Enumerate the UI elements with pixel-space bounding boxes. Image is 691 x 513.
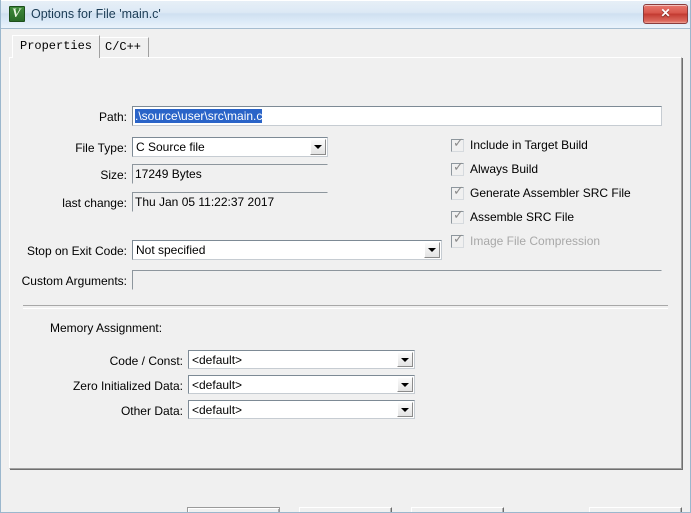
last-change-value-field: Thu Jan 05 11:22:37 2017 [132,192,328,212]
other-data-combo[interactable]: <default> [188,400,415,419]
uvision-logo-icon: V [9,6,25,22]
file-type-combo[interactable]: C Source file [132,137,328,157]
zero-initialized-data-combo[interactable]: <default> [188,375,415,394]
checkbox-box: ✓ [451,184,464,200]
zero-initialized-data-value: <default> [192,378,243,392]
last-change-value: Thu Jan 05 11:22:37 2017 [135,195,275,209]
code-const-label: Code / Const: [109,354,183,368]
check-icon: ✓ [453,160,464,175]
checkbox-label: Always Build [470,162,539,176]
title-bar[interactable]: V Options for File 'main.c' ✕ [1,0,690,29]
code-const-value: <default> [192,353,243,367]
tab-c-cpp[interactable]: C/C++ [97,37,150,57]
checkbox-box: ✓ [451,160,464,176]
close-icon: ✕ [660,6,671,20]
check-icon: ✓ [453,184,464,199]
defaults-button[interactable]: Defaults [411,507,504,512]
file-type-label: File Type: [75,141,127,155]
help-button[interactable]: Help [589,507,682,512]
custom-arguments-input[interactable] [132,270,662,290]
chevron-down-icon [428,248,436,252]
file-type-value: C Source file [136,140,205,154]
check-icon: ✓ [453,136,464,151]
stop-on-exit-code-value: Not specified [136,243,206,257]
other-data-dropdown-arrow-button[interactable] [397,402,413,417]
cancel-button[interactable]: Cancel [299,507,392,512]
checkbox-box: ✓ [451,208,464,224]
check-icon: ✓ [453,208,464,223]
zero-initialized-data-dropdown-arrow-button[interactable] [397,377,413,392]
checkbox-label: Assemble SRC File [470,210,575,224]
ok-button[interactable]: OK [187,507,280,512]
size-value: 17249 Bytes [135,167,202,181]
section-divider [23,305,668,309]
window-title: Options for File 'main.c' [31,7,161,21]
dialog-body: Properties C/C++ Path: .\source\user\src… [1,29,690,512]
stop-on-exit-code-label: Stop on Exit Code: [26,244,127,258]
uvision-logo-glyph: V [12,6,21,20]
other-data-label: Other Data: [120,404,183,418]
size-label: Size: [100,168,127,182]
code-const-dropdown-arrow-button[interactable] [397,352,413,367]
path-input-value: .\source\user\src\main.c [135,109,263,123]
tab-properties[interactable]: Properties [12,35,101,58]
chevron-down-icon [401,382,409,387]
custom-arguments-label: Custom Arguments: [21,274,127,288]
file-type-dropdown-arrow-button[interactable] [310,139,326,155]
memory-assignment-title: Memory Assignment: [50,321,163,335]
chevron-down-icon [401,407,409,412]
last-change-label: last change: [62,196,127,210]
properties-tab-panel: Path: .\source\user\src\main.c File Type… [9,57,682,469]
checkbox-box: ✓ [451,232,464,248]
path-input[interactable]: .\source\user\src\main.c [132,106,662,126]
stop-on-exit-code-combo[interactable]: Not specified [132,240,442,260]
checkbox-box: ✓ [451,136,464,152]
check-icon: ✓ [453,232,464,247]
checkbox-label: Image File Compression [470,234,601,248]
other-data-value: <default> [192,403,243,417]
path-label: Path: [98,110,127,124]
code-const-combo[interactable]: <default> [188,350,415,369]
chevron-down-icon [314,145,322,149]
stop-on-exit-code-dropdown-arrow-button[interactable] [424,242,440,258]
checkbox-label: Generate Assembler SRC File [470,186,631,200]
options-dialog-window: V Options for File 'main.c' ✕ Properties… [0,0,691,513]
size-value-field: 17249 Bytes [132,164,328,184]
close-button[interactable]: ✕ [643,4,688,24]
chevron-down-icon [401,357,409,362]
checkbox-label: Include in Target Build [470,138,588,152]
zero-initialized-data-label: Zero Initialized Data: [72,379,183,393]
